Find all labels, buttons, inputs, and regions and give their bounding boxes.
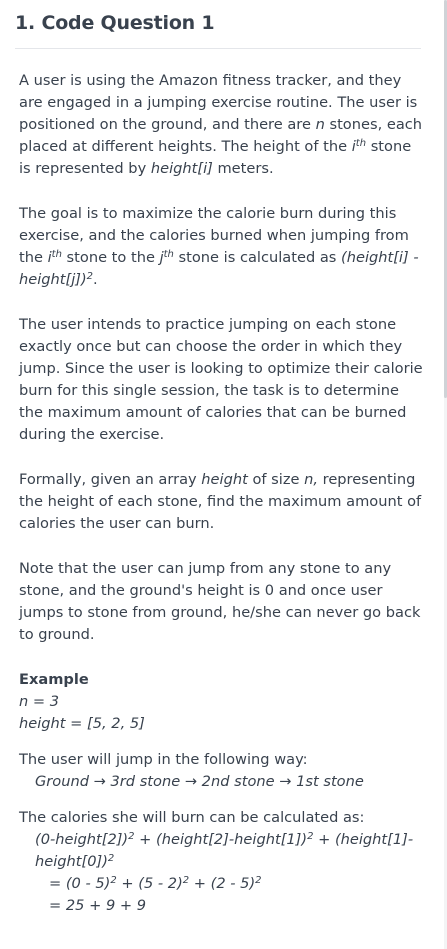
question-title: 1. Code Question 1 — [15, 12, 215, 34]
question-panel: 1. Code Question 1 A user is using the A… — [0, 0, 447, 949]
calc-term: + (height[2]-height[1]) — [134, 831, 308, 848]
superscript-2: 2 — [255, 875, 262, 886]
text-span: stone is calculated as — [173, 249, 342, 266]
text-span: Formally, given an array — [19, 471, 202, 488]
formal-paragraph: Formally, given an array height of size … — [19, 469, 423, 535]
calc-term: + (5 - 2) — [116, 875, 183, 892]
example-n: n = 3 — [19, 693, 60, 710]
calc-term: = (0 - 5) — [49, 875, 111, 892]
var-n: n, — [304, 471, 318, 488]
order-paragraph: The user intends to practice jumping on … — [19, 316, 423, 443]
text-span: of size — [247, 471, 305, 488]
superscript-th: th — [163, 249, 174, 260]
text-span: meters. — [212, 160, 274, 177]
goal-paragraph: The goal is to maximize the calorie burn… — [19, 203, 423, 291]
var-height: height — [201, 471, 248, 488]
jump-path: Ground → 3rd stone → 2nd stone → 1st sto… — [35, 773, 364, 790]
question-body: A user is using the Amazon fitness track… — [19, 70, 423, 917]
superscript-th: th — [51, 249, 62, 260]
calc-line-3: = 25 + 9 + 9 — [49, 897, 147, 914]
superscript-th: th — [355, 138, 367, 149]
var-n: n — [315, 116, 325, 133]
calc-term: + (2 - 5) — [189, 875, 256, 892]
example-heading: Example — [19, 671, 89, 688]
var-height-i: height[i] — [150, 160, 213, 177]
intro-paragraph: A user is using the Amazon fitness track… — [19, 70, 423, 180]
calc-intro: The calories she will burn can be calcul… — [19, 809, 365, 826]
jump-intro: The user will jump in the following way: — [19, 751, 308, 768]
calc-line-2: = (0 - 5)2 + (5 - 2)2 + (2 - 5)2 — [19, 873, 423, 895]
note-paragraph: Note that the user can jump from any sto… — [19, 560, 421, 643]
superscript-2: 2 — [107, 853, 115, 864]
calc-line-1: (0-height[2])2 + (height[2]-height[1])2 … — [19, 829, 423, 873]
text-span: stone to the — [61, 249, 160, 266]
title-divider — [15, 48, 421, 49]
text-span: . — [93, 271, 98, 288]
calc-term: (0-height[2]) — [35, 831, 129, 848]
example-height: height = [5, 2, 5] — [19, 715, 145, 732]
